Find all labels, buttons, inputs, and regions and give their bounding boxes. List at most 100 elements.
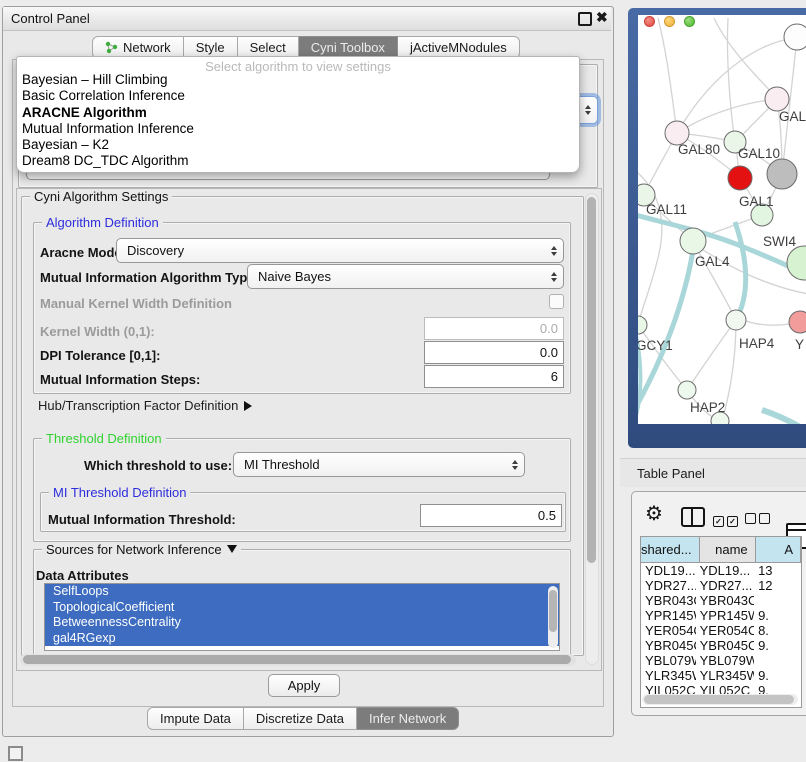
mi-type-combo[interactable]: Naive Bayes (247, 264, 564, 289)
table-row[interactable]: YDL19...YDL19...13 (641, 563, 801, 578)
mi-threshold-field[interactable]: 0.5 (420, 504, 562, 527)
network-node-GCY1[interactable] (638, 316, 647, 334)
network-node-SWI4[interactable] (787, 246, 806, 280)
horizontal-scrollbar[interactable] (20, 654, 576, 666)
attribute-item-selfloops[interactable]: SelfLoops (45, 584, 559, 600)
attribute-item-gal4rgexp[interactable]: gal4RGexp (45, 631, 559, 647)
attribute-item-betweennesscentrality[interactable]: BetweennessCentrality (45, 615, 559, 631)
which-threshold-combo[interactable]: MI Threshold (233, 452, 525, 477)
column-layout-icon[interactable] (681, 507, 705, 527)
table-row[interactable]: YBR043CYBR043C (641, 593, 801, 608)
algorithm-option-bayesian-k2[interactable]: Bayesian – K2 (17, 137, 579, 153)
network-node-HAP4[interactable] (726, 310, 746, 330)
mi-type-label: Mutual Information Algorithm Type: (40, 270, 259, 285)
network-node-GAL4[interactable] (680, 228, 706, 254)
mi-type-value: Naive Bayes (258, 269, 331, 284)
table-cell: YDR27... (641, 578, 696, 593)
tab-infer-network[interactable]: Infer Network (357, 707, 459, 730)
table-row[interactable]: YLR345WYLR345W9. (641, 668, 801, 683)
group-title: Cyni Algorithm Settings (30, 189, 172, 204)
aracne-mode-combo[interactable]: Discovery (116, 238, 564, 263)
kernel-width-label: Kernel Width (0,1): (40, 324, 155, 339)
network-node-label-SWI4: SWI4 (763, 234, 796, 249)
table-cell: 8. (754, 623, 801, 638)
table-cell: 9. (754, 668, 801, 683)
list-scrollbar[interactable] (548, 586, 558, 648)
deselect-all-checkboxes-icon[interactable] (745, 511, 773, 529)
algorithm-option-aracne-algorithm[interactable]: ARACNE Algorithm (17, 105, 579, 121)
select-all-checkboxes-icon[interactable]: ✓✓ (713, 511, 741, 529)
float-window-icon[interactable] (578, 12, 592, 26)
mi-steps-field[interactable]: 6 (424, 365, 564, 388)
dock-panel-icon[interactable] (8, 746, 23, 761)
mi-steps-label: Mutual Information Steps: (40, 372, 200, 387)
horizontal-scrollbar-thumb[interactable] (23, 655, 571, 664)
table-row[interactable]: YDR27...YDR27...12 (641, 578, 801, 593)
list-scrollbar-thumb[interactable] (549, 590, 557, 632)
table-cell: YBR045C (641, 638, 696, 653)
tab-label: jActiveMNodules (410, 40, 507, 55)
table-cell: 9. (754, 608, 801, 623)
popup-prompt: Select algorithm to view settings (17, 57, 579, 72)
dpi-tolerance-field[interactable]: 0.0 (424, 341, 564, 364)
data-attributes-label: Data Attributes (36, 568, 129, 583)
sources-title-row[interactable]: Sources for Network Inference (42, 542, 241, 557)
column-header-shared-[interactable]: shared... (641, 537, 700, 562)
network-node-gray-node[interactable] (767, 159, 797, 189)
dpi-tolerance-label: DPI Tolerance [0,1]: (40, 348, 160, 363)
vertical-scrollbar[interactable] (585, 193, 599, 665)
table-row[interactable]: YPR145WYPR145W9. (641, 608, 801, 623)
network-node-red-node[interactable] (728, 166, 752, 190)
table-cell: YDL19... (641, 563, 696, 578)
table-cell (754, 593, 801, 608)
network-node-node-top[interactable] (784, 24, 806, 50)
table-horizontal-scrollbar[interactable] (642, 694, 798, 705)
tab-discretize-data[interactable]: Discretize Data (244, 707, 357, 730)
combo-stepper-icon (512, 460, 518, 470)
gear-icon[interactable]: ⚙ (645, 504, 663, 524)
column-header-a[interactable]: A (756, 537, 801, 562)
mi-threshold-value: 0.5 (538, 508, 556, 523)
vertical-scrollbar-thumb[interactable] (587, 197, 596, 563)
table-cell (754, 653, 801, 668)
manual-kernel-checkbox[interactable] (549, 294, 564, 309)
table-cell: 13 (754, 563, 801, 578)
table-row[interactable]: YBR045CYBR045C9. (641, 638, 801, 653)
network-node-gal-partial[interactable] (765, 87, 789, 111)
sources-title: Sources for Network Inference (46, 542, 222, 557)
dpi-tolerance-value: 0.0 (540, 345, 558, 360)
network-node-Y-partial[interactable] (789, 311, 806, 333)
tab-label: Network (123, 40, 171, 55)
table-cell: YLR345W (641, 668, 696, 683)
network-node-label-GAL11: GAL11 (646, 202, 687, 217)
table-row[interactable]: YER054CYER054C8. (641, 623, 801, 638)
data-attributes-list[interactable]: SelfLoopsTopologicalCoefficientBetweenne… (44, 583, 560, 651)
table-cell: YBL079W (641, 653, 696, 668)
network-node-label-GAL1: GAL1 (739, 194, 774, 209)
algorithm-option-bayesian-hill-climbing[interactable]: Bayesian – Hill Climbing (17, 72, 579, 88)
table-scrollbar-thumb[interactable] (644, 695, 794, 704)
network-graph: GALGAL80GAL10GAL11GAL1GAL4SWI4HAP4YGCY1H… (638, 15, 806, 424)
close-icon[interactable]: ✖ (596, 10, 608, 24)
tab-label: Discretize Data (256, 711, 344, 726)
algorithm-option-mutual-information-inference[interactable]: Mutual Information Inference (17, 121, 579, 137)
control-panel-titlebar[interactable]: Control Panel (3, 7, 611, 31)
network-canvas[interactable]: GALGAL80GAL10GAL11GAL1GAL4SWI4HAP4YGCY1H… (638, 15, 806, 424)
table-panel-title: Table Panel (637, 466, 705, 481)
table-cell: 12 (754, 578, 801, 593)
combo-stepper-icon (551, 246, 557, 256)
panel-title: Control Panel (3, 7, 90, 30)
tab-impute-data[interactable]: Impute Data (147, 707, 244, 730)
attributes-items: SelfLoopsTopologicalCoefficientBetweenne… (45, 584, 559, 646)
hub-definition-expander[interactable]: Hub/Transcription Factor Definition (38, 398, 252, 413)
network-node-label-GAL4: GAL4 (695, 254, 730, 269)
column-header-name[interactable]: name (700, 537, 756, 562)
network-node-HAP2[interactable] (678, 381, 696, 399)
group-title: MI Threshold Definition (49, 485, 190, 500)
table-panel-titlebar[interactable]: Table Panel (620, 458, 806, 487)
attribute-item-topologicalcoefficient[interactable]: TopologicalCoefficient (45, 600, 559, 616)
apply-button[interactable]: Apply (268, 674, 340, 697)
algorithm-option-dream8-dc-tdc-algorithm[interactable]: Dream8 DC_TDC Algorithm (17, 153, 579, 169)
table-row[interactable]: YBL079WYBL079W (641, 653, 801, 668)
algorithm-option-basic-correlation-inference[interactable]: Basic Correlation Inference (17, 88, 579, 104)
